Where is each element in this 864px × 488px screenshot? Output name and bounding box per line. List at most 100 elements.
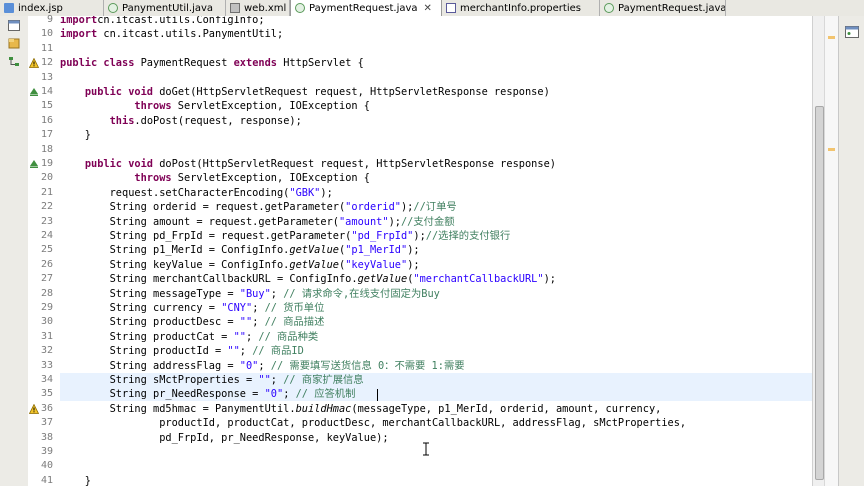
code-text: ); (388, 215, 401, 228)
line-number: 16 (40, 114, 53, 126)
code-string: "p1_MerId" (345, 244, 408, 257)
code-text: String md5hmac = PanymentUtil. (60, 402, 296, 415)
code-line[interactable] (60, 71, 812, 85)
code-line[interactable]: } (60, 474, 812, 486)
outline-view-icon[interactable] (845, 26, 859, 38)
code-string: "Buy" (239, 287, 271, 300)
close-tab-icon[interactable]: ✕ (424, 3, 432, 14)
warning-icon[interactable] (29, 58, 39, 69)
code-line[interactable]: throws ServletException, IOException { (60, 99, 812, 113)
code-line[interactable]: public void doGet(HttpServletRequest req… (60, 85, 812, 99)
code-line[interactable] (60, 445, 812, 459)
line-number: 38 (40, 431, 53, 443)
editor-tab-bar: index.jsp PanymentUtil.java web.xml Payment… (0, 0, 864, 17)
override-icon[interactable] (29, 87, 39, 97)
tab-paymentrequest-java[interactable]: PaymentRequest.java (600, 0, 726, 16)
code-line[interactable]: String orderid = request.getParameter("o… (60, 200, 812, 214)
tab-label: merchantInfo.properties (460, 2, 581, 14)
overview-ruler (824, 16, 839, 486)
package-explorer-icon[interactable] (8, 38, 20, 49)
code-text: ); (320, 186, 333, 199)
code-string: "merchantCallbackURL" (413, 273, 544, 286)
code-keyword: throws (134, 100, 172, 113)
code-text: String addressFlag = (60, 359, 240, 372)
code-line[interactable]: pd_FrpId, pr_NeedResponse, keyValue); (60, 431, 812, 445)
tab-merchantinfo-properties[interactable]: merchantInfo.properties (442, 0, 600, 16)
code-line[interactable]: String amount = request.getParameter("am… (60, 215, 812, 229)
code-text: ; (252, 302, 265, 314)
code-text: ; (270, 287, 284, 300)
code-line[interactable]: String p1_MerId = ConfigInfo.getValue("p… (60, 243, 812, 257)
overview-warning-marker[interactable] (828, 36, 835, 39)
line-number: 13 (40, 71, 53, 83)
code-line[interactable]: request.setCharacterEncoding("GBK"); (60, 186, 812, 200)
tab-paymentrequest-java[interactable]: PaymentRequest.java ✕ (290, 0, 442, 16)
line-number: 22 (40, 201, 53, 213)
code-editor[interactable]: importcn.itcast.utils.ConfigInfo; import … (60, 16, 812, 486)
tab-label: PaymentRequest.java (309, 2, 418, 14)
code-keyword: public void (84, 86, 154, 98)
code-line[interactable]: String addressFlag = "0"; // 需要填写送货信息 0：… (60, 359, 812, 373)
code-string: "" (233, 330, 246, 343)
line-number: 10 (40, 28, 53, 40)
code-line[interactable]: } (60, 128, 812, 142)
line-number: 37 (40, 417, 53, 429)
code-line[interactable]: String keyValue = ConfigInfo.getValue("k… (60, 258, 812, 272)
code-line[interactable]: String productDesc = ""; // 商品描述 (60, 315, 812, 329)
code-line[interactable]: public void doPost(HttpServletRequest re… (60, 157, 812, 171)
code-text: String merchantCallbackURL = ConfigInfo. (60, 273, 358, 286)
code-line[interactable] (60, 459, 812, 473)
code-string: "amount" (338, 215, 389, 228)
line-number: 12 (40, 57, 53, 69)
properties-file-icon (446, 3, 456, 13)
override-icon[interactable] (29, 159, 39, 169)
xml-file-icon (230, 3, 240, 13)
code-line[interactable]: String productCat = ""; // 商品种类 (60, 330, 812, 344)
jsp-file-icon (4, 3, 14, 13)
line-number: 25 (40, 244, 53, 256)
code-line[interactable]: this.doPost(request, response); (60, 114, 812, 128)
code-line[interactable]: String pd_FrpId = request.getParameter("… (60, 229, 812, 243)
code-line[interactable]: String productId = ""; // 商品ID (60, 344, 812, 358)
code-text: PaymentRequest (134, 57, 234, 70)
code-static-method: getValue (289, 258, 339, 271)
tab-panymentutil-java[interactable]: PanymentUtil.java (104, 0, 226, 16)
code-comment: // 商品ID (252, 345, 304, 358)
tab-label: web.xml (244, 2, 287, 14)
code-text: request.setCharacterEncoding( (60, 186, 290, 199)
code-text: ; (270, 374, 284, 386)
code-line[interactable]: importcn.itcast.utils.ConfigInfo; (60, 16, 812, 27)
warning-icon[interactable] (29, 403, 39, 414)
line-number: 23 (40, 215, 53, 227)
line-number: 15 (40, 100, 53, 112)
code-text: ; (252, 316, 265, 329)
overview-warning-marker[interactable] (828, 148, 835, 151)
code-line[interactable]: String md5hmac = PanymentUtil.buildHmac(… (60, 402, 812, 416)
code-text: String amount = request.getParameter( (60, 215, 339, 228)
code-line[interactable]: String sMctProperties = ""; // 商家扩展信息 (60, 373, 812, 387)
code-line[interactable]: public class PaymentRequest extends Http… (60, 56, 812, 70)
code-line[interactable]: import cn.itcast.utils.PanymentUtil; (60, 27, 812, 41)
code-string: "" (258, 374, 271, 386)
code-static-method: getValue (289, 244, 339, 257)
line-number: 11 (40, 42, 53, 54)
code-line[interactable]: productId, productCat, productDesc, merc… (60, 416, 812, 430)
scrollbar-thumb[interactable] (815, 106, 824, 480)
line-number: 32 (40, 345, 53, 357)
code-line[interactable]: String pr_NeedResponse = "0"; // 应答机制 (60, 387, 812, 402)
tab-web-xml[interactable]: web.xml (226, 0, 290, 16)
code-line[interactable]: throws ServletException, IOException { (60, 171, 812, 185)
hierarchy-icon[interactable] (8, 56, 20, 67)
restore-icon[interactable] (8, 20, 20, 31)
code-line[interactable]: String merchantCallbackURL = ConfigInfo.… (60, 272, 812, 286)
tab-label: PaymentRequest.java (618, 2, 726, 14)
code-line[interactable]: String currency = "CNY"; // 货币单位 (60, 301, 812, 315)
text-caret (377, 389, 378, 401)
code-line[interactable] (60, 143, 812, 157)
code-line[interactable] (60, 42, 812, 56)
code-line[interactable]: String messageType = "Buy"; // 请求命令,在线支付… (60, 287, 812, 301)
line-number: 14 (40, 86, 53, 97)
line-number: 21 (40, 186, 53, 198)
code-text: String pd_FrpId = request.getParameter( (60, 230, 352, 242)
